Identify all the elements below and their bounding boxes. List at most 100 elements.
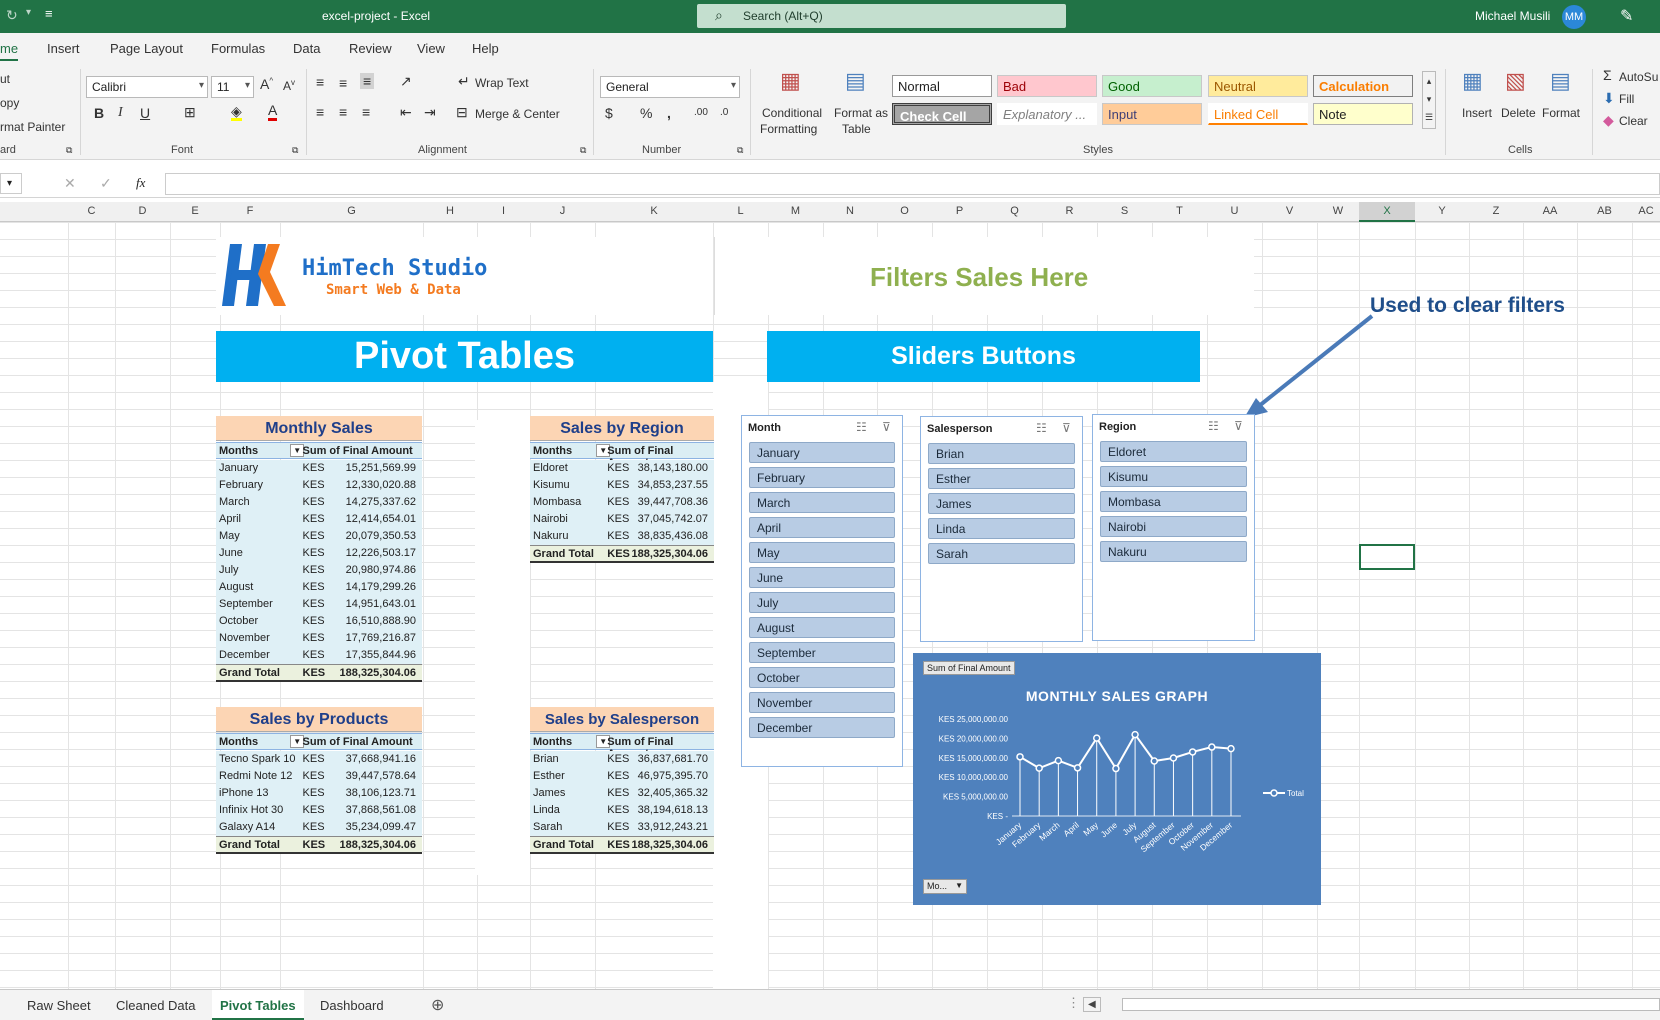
tab-help[interactable]: Help [472,41,499,56]
pivot-header-values[interactable]: Sum of Final Amount [303,736,413,748]
conditional-formatting-button[interactable]: Conditional [762,106,822,120]
pivot-header-row[interactable]: Months▼Sum of Final Amount [216,442,422,459]
clipboard-launcher-icon[interactable]: ⧉ [66,145,72,156]
row-currency[interactable]: KES [303,787,325,799]
slicer-item[interactable]: Sarah [928,543,1075,564]
row-currency[interactable]: KES [607,787,629,799]
row-label[interactable]: November [219,632,270,644]
redo-icon[interactable]: ↻ [6,7,18,24]
pivot-header-row[interactable]: Months▼Sum of Final Amount [216,733,422,750]
grand-total-row[interactable]: Grand Total KES 188,325,304.06 [530,545,714,563]
sheet-tab-pivot-tables[interactable]: Pivot Tables [212,990,304,1020]
pivot-title[interactable]: Sales by Salesperson [530,707,714,732]
row-amount[interactable]: 38,194,618.13 [638,804,708,816]
slicer-month[interactable]: Month ☷ ⊽ January February March April May June J… [741,415,903,767]
row-amount[interactable]: 33,912,243.21 [638,821,708,833]
currency-icon[interactable]: $ [605,105,613,121]
insert-function-icon[interactable]: fx [136,175,145,191]
align-top-icon[interactable]: ≡ [316,74,324,90]
row-amount[interactable]: 16,510,888.90 [346,615,416,627]
font-color-icon[interactable]: A [268,102,278,121]
column-header[interactable]: C [68,205,115,217]
style-neutral[interactable]: Neutral [1208,75,1308,97]
row-label[interactable]: September [219,598,273,610]
slicer-item[interactable]: Brian [928,443,1075,464]
slicer-item[interactable]: November [749,692,895,713]
row-label[interactable]: Galaxy A14 [219,821,275,833]
underline-icon[interactable]: U [140,105,150,121]
row-currency[interactable]: KES [303,598,325,610]
table-row[interactable]: James KES 32,405,365.32 [530,785,714,802]
align-center-icon[interactable]: ≡ [339,104,347,120]
table-row[interactable]: August KES 14,179,299.26 [216,579,422,596]
add-sheet-icon[interactable]: ⊕ [431,995,444,1015]
decrease-indent-icon[interactable]: ⇤ [400,104,412,121]
row-label[interactable]: June [219,547,243,559]
pivot-header-row[interactable]: Months▼Sum of Final Amount [530,733,714,760]
slicer-title[interactable]: Salesperson [927,423,992,435]
chart-axis-button[interactable]: Mo... ▼ [923,879,967,894]
fill-color-icon[interactable]: ◈ [231,104,242,121]
total-amount[interactable]: 188,325,304.06 [340,667,416,679]
row-amount[interactable]: 35,234,099.47 [346,821,416,833]
tabs-splitter-icon[interactable]: ⋮ [1067,995,1080,1011]
align-right-icon[interactable]: ≡ [362,104,370,120]
row-label[interactable]: August [219,581,253,593]
pen-icon[interactable]: ✎ [1620,6,1633,26]
row-label[interactable]: May [219,530,240,542]
row-currency[interactable]: KES [607,496,629,508]
wrap-text-button[interactable]: Wrap Text [475,76,529,90]
row-amount[interactable]: 46,975,395.70 [638,770,708,782]
style-normal[interactable]: Normal [892,75,992,97]
customize-toolbar-icon[interactable]: ≡ [45,6,53,21]
table-row[interactable]: Tecno Spark 10 KES 37,668,941.16 [216,751,422,768]
search-box[interactable]: ⌕ Search (Alt+Q) [697,4,1066,28]
row-currency[interactable]: KES [303,804,325,816]
table-row[interactable]: Sarah KES 33,912,243.21 [530,819,714,836]
row-currency[interactable]: KES [607,804,629,816]
grand-total-row[interactable]: Grand Total KES 188,325,304.06 [530,836,714,854]
row-label[interactable]: July [219,564,239,576]
column-header[interactable]: Q [987,205,1042,217]
row-amount[interactable]: 32,405,365.32 [638,787,708,799]
column-header[interactable]: M [768,205,823,217]
styles-scroll-icon[interactable]: ▴ ▾ ☰ [1422,71,1436,129]
row-currency[interactable]: KES [303,530,325,542]
column-header[interactable]: S [1097,205,1152,217]
slicer-item[interactable]: May [749,542,895,563]
pivot-header-row[interactable]: Months▼Sum of Final Amount [530,442,714,469]
row-label[interactable]: Tecno Spark 10 [219,753,295,765]
slicer-item[interactable]: October [749,667,895,688]
row-amount[interactable]: 37,668,941.16 [346,753,416,765]
name-box[interactable]: ▾ [0,173,22,194]
column-header[interactable]: AA [1523,205,1577,217]
row-currency[interactable]: KES [607,462,629,474]
column-header[interactable]: AB [1577,205,1632,217]
slicer-item[interactable]: Kisumu [1100,466,1247,487]
pivot-header-values[interactable]: Sum of Final Amount [303,445,413,457]
row-label[interactable]: March [219,496,250,508]
table-row[interactable]: Nakuru KES 38,835,436.08 [530,528,714,545]
row-currency[interactable]: KES [607,479,629,491]
pivot-header-rows[interactable]: Months [533,736,572,748]
clear-filter-icon[interactable]: ⊽ [1062,421,1071,435]
clear-filter-icon[interactable]: ⊽ [882,420,891,434]
sheet-tab-raw-sheet[interactable]: Raw Sheet [27,998,91,1013]
avatar[interactable]: MM [1562,5,1586,29]
row-label[interactable]: February [219,479,263,491]
row-amount[interactable]: 34,853,237.55 [638,479,708,491]
style-good[interactable]: Good [1102,75,1202,97]
format-as-table-button[interactable]: Format as [834,106,888,120]
table-row[interactable]: iPhone 13 KES 38,106,123.71 [216,785,422,802]
table-row[interactable]: December KES 17,355,844.96 [216,647,422,664]
copy-button[interactable]: opy [0,96,19,110]
table-row[interactable]: Esther KES 46,975,395.70 [530,768,714,785]
column-header[interactable]: T [1152,205,1207,217]
row-amount[interactable]: 38,143,180.00 [638,462,708,474]
column-header[interactable]: Y [1415,205,1469,217]
table-row[interactable]: Linda KES 38,194,618.13 [530,802,714,819]
row-label[interactable]: Infinix Hot 30 [219,804,283,816]
column-header[interactable]: I [477,205,530,217]
row-amount[interactable]: 20,980,974.86 [346,564,416,576]
formula-input[interactable] [165,173,1660,195]
